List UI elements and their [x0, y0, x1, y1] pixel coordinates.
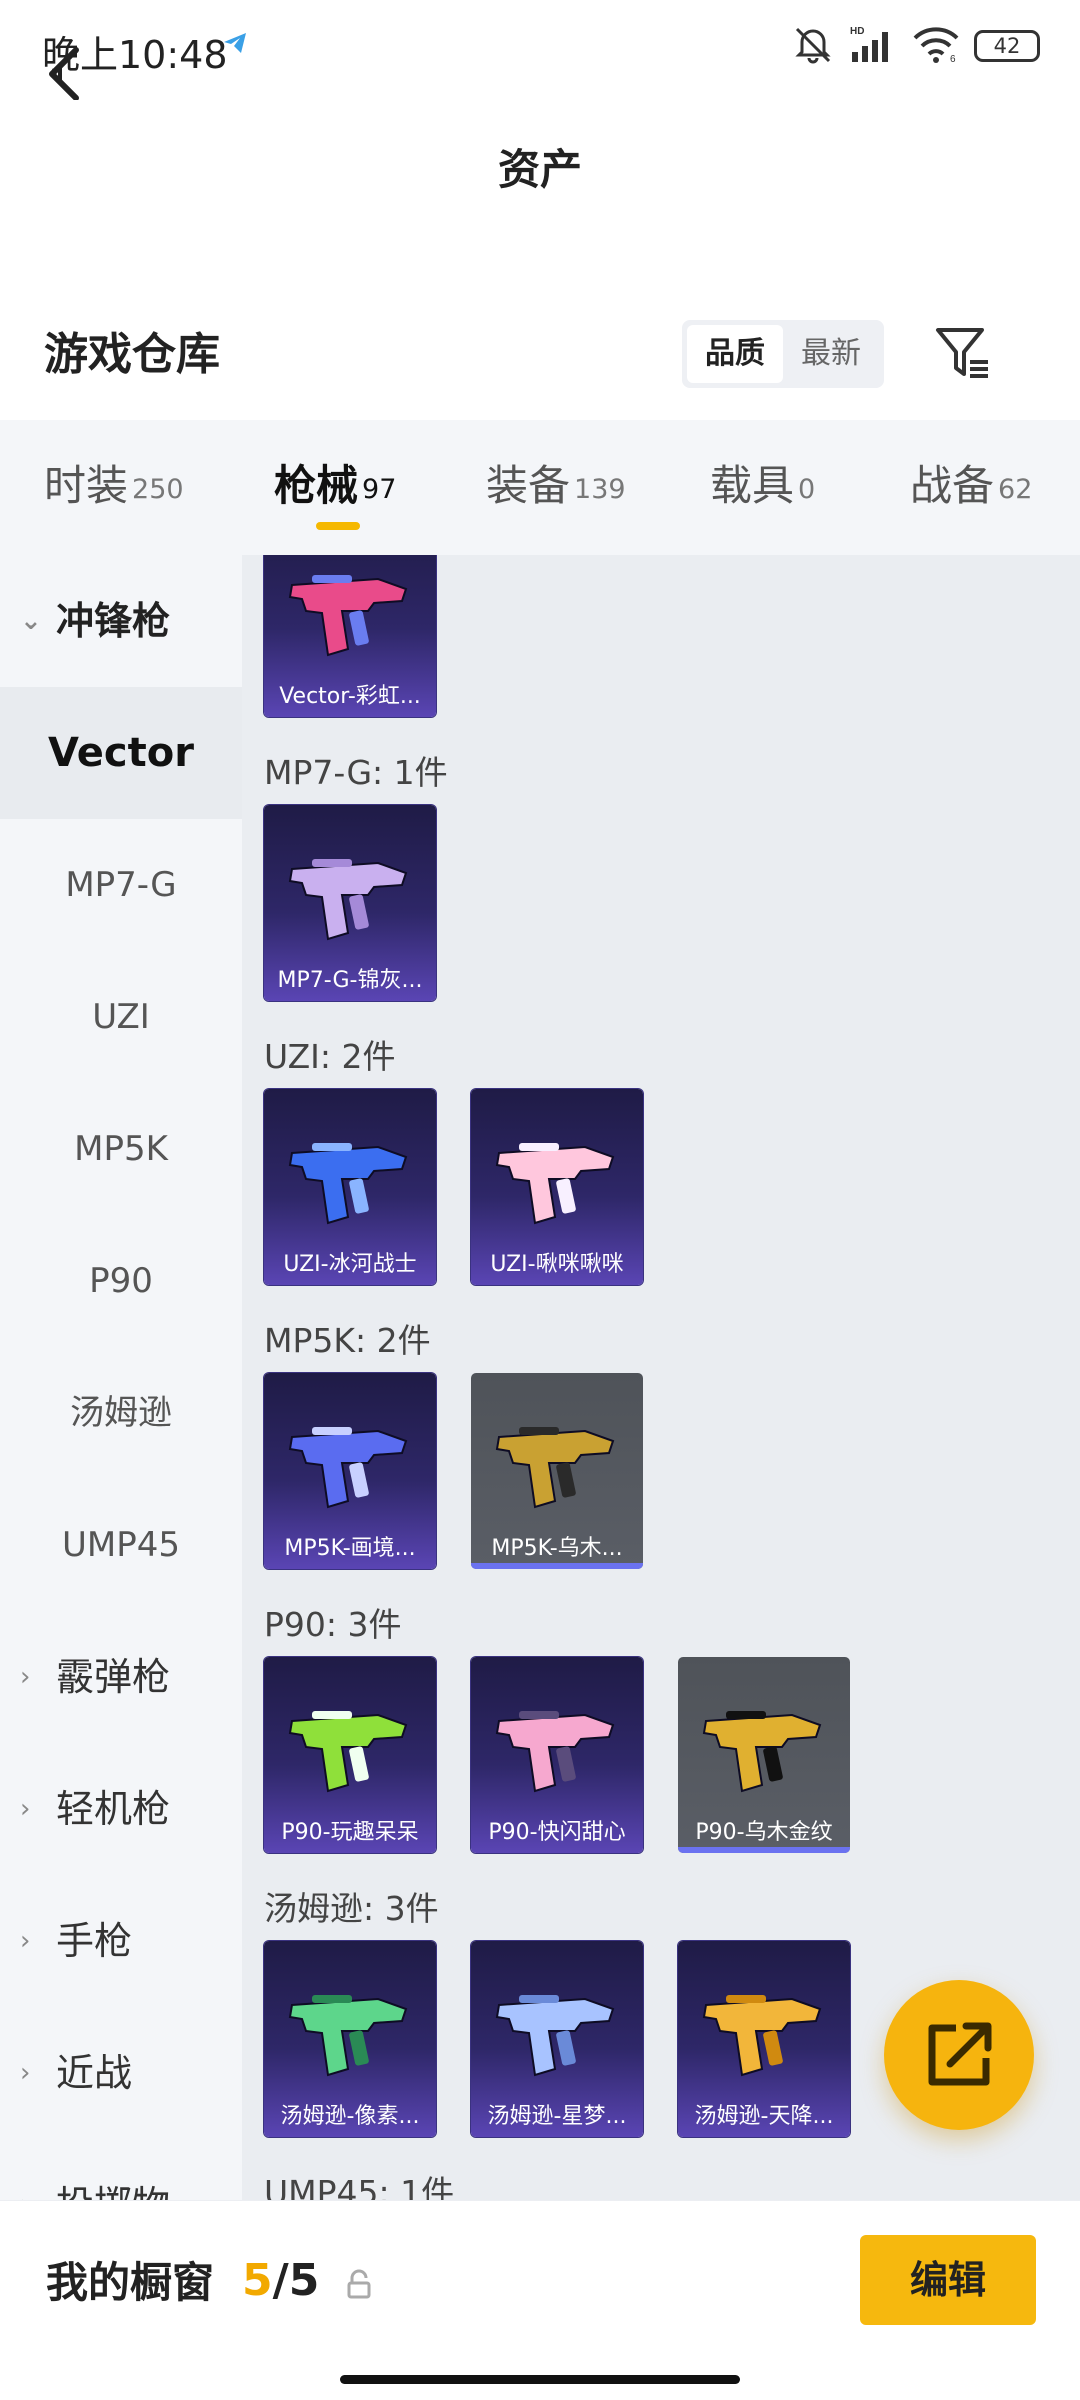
weapon-name: MP5K-画境...	[284, 1536, 416, 1561]
sidebar-item-thompson[interactable]: 汤姆逊	[0, 1347, 242, 1479]
filter-icon	[936, 328, 988, 378]
battery-indicator: 42	[974, 30, 1040, 62]
group-label: UMP45: 1件	[264, 2173, 455, 2200]
gun-image	[288, 1711, 408, 1793]
weapon-name: Vector-彩虹...	[279, 684, 421, 709]
weapon-grid: Vector-彩虹... MP7-G: 1件 MP7-G-锦灰... UZI: 2件 U…	[242, 555, 1080, 2200]
mute-icon	[792, 24, 834, 68]
home-indicator	[340, 2375, 740, 2384]
warehouse-title: 游戏仓库	[44, 329, 220, 380]
gun-image	[288, 1995, 408, 2077]
sidebar-item-vector[interactable]: Vector	[0, 687, 242, 819]
chevron-right-icon: ›	[20, 2139, 30, 2200]
chevron-left-icon	[49, 47, 79, 101]
svg-text:6: 6	[950, 54, 956, 64]
tab-guns[interactable]: 枪械 97	[274, 456, 396, 516]
weapon-card[interactable]: MP5K-画境...	[264, 1373, 436, 1569]
weapon-card[interactable]: P90-快闪甜心	[471, 1657, 643, 1853]
weapon-card[interactable]: 汤姆逊-天降...	[678, 1941, 850, 2137]
group-label: MP7-G: 1件	[264, 753, 448, 792]
signal-icon: HD	[848, 24, 898, 68]
status-bar: 晚上10:48 HD 6 42	[0, 0, 1080, 100]
telegram-icon	[222, 30, 248, 60]
share-fab[interactable]	[884, 1980, 1034, 2130]
gun-image	[288, 1143, 408, 1225]
group-label: 汤姆逊: 3件	[264, 1889, 439, 1928]
category-tabs: 时装 250 枪械 97 装备 139 载具 0 战备 62	[0, 420, 1080, 555]
weapon-name: UZI-冰河战士	[283, 1252, 417, 1277]
gun-image	[495, 1995, 615, 2077]
sidebar-item-mp7g[interactable]: MP7-G	[0, 819, 242, 951]
chevron-right-icon: ›	[20, 1794, 31, 1824]
weapon-name: 汤姆逊-天降...	[694, 2104, 834, 2129]
active-tab-indicator	[316, 522, 360, 530]
quality-bar	[471, 1563, 643, 1569]
page-title: 资产	[497, 145, 582, 194]
sidebar-cat-pistol[interactable]: › 手枪	[0, 1875, 242, 2007]
back-button[interactable]	[38, 40, 98, 101]
bottom-bar: 我的橱窗 5/5 编辑	[0, 2200, 1080, 2400]
sidebar-cat-shotgun[interactable]: › 霰弹枪	[0, 1611, 242, 1743]
tab-equipment[interactable]: 装备 139	[486, 456, 626, 516]
chevron-right-icon: ›	[20, 2058, 31, 2088]
group-label: MP5K: 2件	[264, 1321, 431, 1360]
tab-supplies[interactable]: 战备 62	[910, 456, 1032, 516]
tab-vehicles[interactable]: 载具 0	[710, 456, 815, 516]
weapon-card[interactable]: UZI-冰河战士	[264, 1089, 436, 1285]
weapon-name: 汤姆逊-星梦...	[487, 2104, 627, 2129]
filter-button[interactable]	[932, 322, 994, 384]
weapon-card[interactable]: 汤姆逊-像素...	[264, 1941, 436, 2137]
gun-image	[702, 1711, 822, 1793]
edit-button[interactable]: 编辑	[860, 2235, 1036, 2325]
weapon-name: MP7-G-锦灰...	[277, 968, 423, 993]
lock-icon	[345, 2269, 373, 2303]
gun-image	[288, 1427, 408, 1509]
sidebar-item-uzi[interactable]: UZI	[0, 951, 242, 1083]
sort-toggle: 品质 最新	[682, 320, 884, 388]
sort-quality-button[interactable]: 品质	[687, 325, 783, 383]
svg-text:HD: HD	[850, 26, 864, 37]
weapon-card[interactable]: MP7-G-锦灰...	[264, 805, 436, 1001]
wifi-icon: 6	[912, 24, 960, 68]
chevron-right-icon: ›	[20, 1926, 31, 1956]
group-label: P90: 3件	[264, 1605, 402, 1644]
sidebar-item-mp5k[interactable]: MP5K	[0, 1083, 242, 1215]
gun-image	[702, 1995, 822, 2077]
sidebar-cat-smg[interactable]: ⌄ 冲锋枪	[0, 555, 242, 687]
sidebar-item-p90[interactable]: P90	[0, 1215, 242, 1347]
weapon-card[interactable]: MP5K-乌木...	[471, 1373, 643, 1569]
sort-newest-button[interactable]: 最新	[783, 325, 879, 383]
external-link-icon	[928, 2022, 992, 2086]
weapon-name: P90-乌木金纹	[695, 1820, 833, 1845]
weapon-card[interactable]: P90-乌木金纹	[678, 1657, 850, 1853]
weapon-card[interactable]: P90-玩趣呆呆	[264, 1657, 436, 1853]
sidebar-cat-lmg[interactable]: › 轻机枪	[0, 1743, 242, 1875]
weapon-type-sidebar: ⌄ 冲锋枪 Vector MP7-G UZI MP5K P90 汤姆逊 UMP45…	[0, 555, 242, 2200]
sidebar-cat-melee[interactable]: › 近战	[0, 2007, 242, 2139]
weapon-card[interactable]: Vector-彩虹...	[264, 555, 436, 717]
weapon-name: P90-玩趣呆呆	[281, 1820, 419, 1845]
tab-fashion[interactable]: 时装 250	[44, 456, 184, 516]
showcase-label: 我的橱窗	[46, 2258, 215, 2307]
quality-bar	[678, 1847, 850, 1853]
gun-image	[495, 1143, 615, 1225]
weapon-name: UZI-啾咪啾咪	[490, 1252, 624, 1277]
chevron-down-icon: ⌄	[20, 606, 42, 636]
weapon-card[interactable]: UZI-啾咪啾咪	[471, 1089, 643, 1285]
weapon-card[interactable]: 汤姆逊-星梦...	[471, 1941, 643, 2137]
weapon-name: P90-快闪甜心	[488, 1820, 626, 1845]
gun-image	[495, 1427, 615, 1509]
chevron-right-icon: ›	[20, 1662, 31, 1692]
sidebar-item-ump45[interactable]: UMP45	[0, 1479, 242, 1611]
showcase-count: 5/5	[242, 2255, 320, 2306]
weapon-name: MP5K-乌木...	[491, 1536, 623, 1561]
gun-image	[288, 859, 408, 941]
gun-image	[288, 575, 408, 657]
group-label: UZI: 2件	[264, 1037, 396, 1076]
sidebar-cat-throwable[interactable]: ›投掷物	[0, 2139, 242, 2200]
gun-image	[495, 1711, 615, 1793]
weapon-name: 汤姆逊-像素...	[280, 2104, 420, 2129]
